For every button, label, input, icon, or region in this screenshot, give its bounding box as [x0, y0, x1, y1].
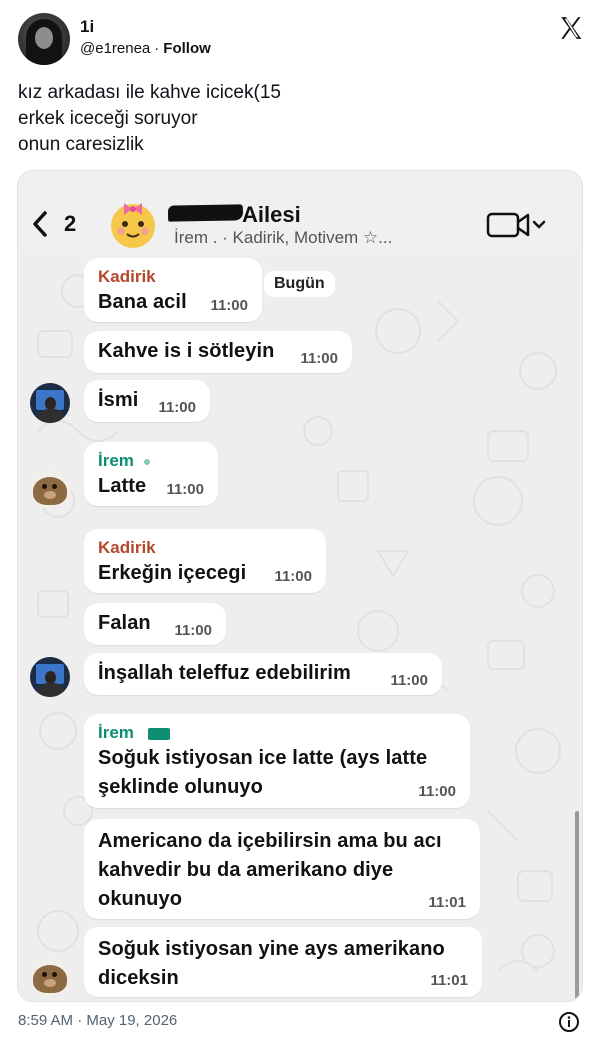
message-time: 11:01: [428, 894, 466, 911]
scrollbar[interactable]: [575, 811, 579, 1001]
message-bubble[interactable]: Kadirik Bana acil 11:00: [84, 258, 262, 322]
message-sender-name: İrem: [98, 723, 134, 742]
message-sender: Kadirik: [98, 267, 156, 286]
back-chevron-icon[interactable]: [30, 209, 50, 239]
x-logo-icon[interactable]: [558, 15, 584, 41]
redaction-mark: [143, 458, 150, 465]
message-bubble[interactable]: İrem Soğuk istiyosan ice latte (ays latt…: [84, 714, 470, 808]
message-time: 11:00: [300, 350, 338, 367]
message-text-line: şeklinde olunuyo: [98, 776, 263, 798]
participant-avatar[interactable]: [30, 657, 70, 697]
message-text-line: diceksin: [98, 967, 179, 989]
message-sender-name: İrem: [98, 451, 134, 470]
message-time: 11:00: [390, 672, 428, 689]
message-text-line: Soğuk istiyosan ice latte (ays latte: [98, 747, 428, 769]
separator: ·: [154, 40, 160, 57]
message-text-line: Americano da içebilirsin ama bu acı: [98, 830, 442, 852]
message-bubble[interactable]: Americano da içebilirsin ama bu acı kahv…: [84, 819, 480, 919]
message-sender: Kadirik: [98, 538, 156, 557]
message-text: İnşallah teleffuz edebilirim: [98, 662, 351, 684]
participant-avatar[interactable]: [30, 957, 70, 997]
message-bubble[interactable]: İnşallah teleffuz edebilirim 11:00: [84, 653, 442, 695]
group-name[interactable]: Ailesi: [242, 202, 301, 228]
tweet-media-image[interactable]: 2 Ailesi İrem . · Kadirik, Motivem ☆... …: [17, 170, 583, 1002]
message-sender: İrem: [98, 722, 456, 744]
message-time: 11:01: [430, 972, 468, 989]
message-text-line: kahvedir bu da amerikano diye: [98, 859, 394, 881]
message-time: 11:00: [174, 622, 212, 639]
chat-header: 2 Ailesi İrem . · Kadirik, Motivem ☆...: [18, 171, 582, 253]
group-members[interactable]: İrem . · Kadirik, Motivem ☆...: [174, 228, 392, 248]
video-call-icon[interactable]: [486, 209, 548, 241]
redaction-mark: [167, 204, 244, 222]
participant-avatar[interactable]: [30, 383, 70, 423]
display-name[interactable]: 1i: [80, 17, 94, 37]
tweet-text: kız arkadası ile kahve icicek(15 erkek i…: [18, 80, 578, 158]
message-bubble[interactable]: Kadirik Erkeğin içecegi 11:00: [84, 529, 326, 593]
user-handle[interactable]: @e1renea: [80, 40, 150, 57]
tweet-text-line: erkek iceceği soruyor: [18, 108, 198, 129]
user-avatar[interactable]: [18, 13, 70, 65]
message-bubble[interactable]: İsmi 11:00: [84, 380, 210, 422]
tweet-text-line: onun caresizlik: [18, 134, 144, 155]
unread-count[interactable]: 2: [64, 211, 76, 237]
date-chip: Bugün: [264, 271, 335, 297]
redaction-mark: [147, 727, 170, 740]
message-bubble[interactable]: Falan 11:00: [84, 603, 226, 645]
message-sender: İrem: [98, 450, 204, 472]
message-bubble[interactable]: İrem Latte 11:00: [84, 442, 218, 506]
tweet-timestamp[interactable]: 8:59 AM · May 19, 2026: [18, 1012, 177, 1029]
participant-avatar[interactable]: [30, 469, 70, 509]
message-bubble[interactable]: Soğuk istiyosan yine ays amerikano dicek…: [84, 927, 482, 997]
follow-button[interactable]: Follow: [163, 40, 211, 57]
group-avatar[interactable]: [106, 197, 160, 251]
tweet-header: 1i @e1renea · Follow: [18, 13, 588, 67]
message-text-line: okunuyo: [98, 888, 183, 910]
message-time: 11:00: [418, 783, 456, 800]
message-time: 11:00: [158, 399, 196, 416]
message-time: 11:00: [210, 297, 248, 314]
message-time: 11:00: [274, 568, 312, 585]
message-time: 11:00: [166, 481, 204, 498]
message-bubble[interactable]: Kahve is i sötleyin 11:00: [84, 331, 352, 373]
info-icon[interactable]: [558, 1011, 580, 1033]
message-text-line: Soğuk istiyosan yine ays amerikano: [98, 938, 445, 960]
handle-row: @e1renea · Follow: [80, 40, 211, 57]
tweet-text-line: kız arkadası ile kahve icicek(15: [18, 82, 281, 103]
